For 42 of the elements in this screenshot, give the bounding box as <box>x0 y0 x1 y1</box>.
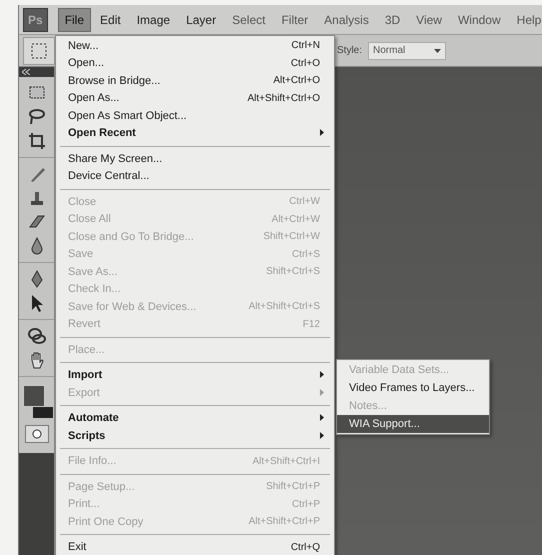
caret-icon[interactable] <box>434 48 442 52</box>
menu-bar-item[interactable]: Edit <box>93 8 128 32</box>
marquee-icon[interactable] <box>30 42 48 60</box>
menu-item[interactable]: Open Recent <box>56 124 334 142</box>
menu-bar-item[interactable]: Image <box>130 8 178 32</box>
submenu-item[interactable]: WIA Support... <box>337 415 489 433</box>
menu-item[interactable]: Device Central... <box>56 168 334 185</box>
style-label: Style: <box>337 45 362 56</box>
circle-icon[interactable] <box>32 429 42 439</box>
menu-item[interactable]: Open As Smart Object... <box>56 107 334 124</box>
submenu-arrow-icon[interactable] <box>320 432 324 439</box>
foreground-color-swatch[interactable] <box>22 385 44 407</box>
menu-bar-item[interactable]: Window <box>450 8 508 32</box>
style-dropdown[interactable]: Normal <box>368 42 446 60</box>
menu-bar-item[interactable]: File <box>58 8 92 32</box>
menu-bar-item[interactable]: Layer <box>179 8 224 32</box>
menu-item[interactable]: Open As... Alt+Shift+Ctrl+O <box>56 90 334 107</box>
app-logo: Ps <box>23 8 48 32</box>
menu-item[interactable]: Import <box>56 366 334 384</box>
menu-item[interactable]: Open... Ctrl+O <box>56 54 334 72</box>
shape-icon[interactable] <box>26 326 46 346</box>
background-color-swatch[interactable] <box>32 407 52 418</box>
menu-bar-item[interactable]: Analysis <box>317 8 376 32</box>
quick-mask-button[interactable] <box>24 425 48 443</box>
menu-item[interactable]: Share My Screen... <box>56 150 334 168</box>
menu-item[interactable]: Browse in Bridge... Alt+Ctrl+O <box>56 72 334 90</box>
collapse-icon[interactable] <box>22 69 30 75</box>
menu-bar-item[interactable]: Select <box>225 8 272 32</box>
menu-bar-item[interactable]: View <box>409 8 449 32</box>
submenu-item[interactable]: Video Frames to Layers... <box>337 379 489 397</box>
menu-bar-item[interactable]: 3D <box>378 8 408 32</box>
submenu-arrow-icon[interactable] <box>320 414 324 422</box>
menu-item[interactable]: New... Ctrl+N <box>56 37 334 54</box>
submenu-arrow-icon[interactable] <box>320 371 324 378</box>
lasso-icon[interactable] <box>26 107 46 127</box>
submenu-arrow-icon[interactable] <box>320 129 324 136</box>
menu-item[interactable]: Exit Ctrl+Q <box>56 538 334 555</box>
menu-item[interactable]: Automate <box>56 410 334 427</box>
menu-item[interactable]: Scripts <box>56 427 334 444</box>
menu-bar-item[interactable]: Help <box>510 8 542 32</box>
crop-icon[interactable] <box>26 131 46 151</box>
menu-bar-item[interactable]: Filter <box>274 8 316 32</box>
